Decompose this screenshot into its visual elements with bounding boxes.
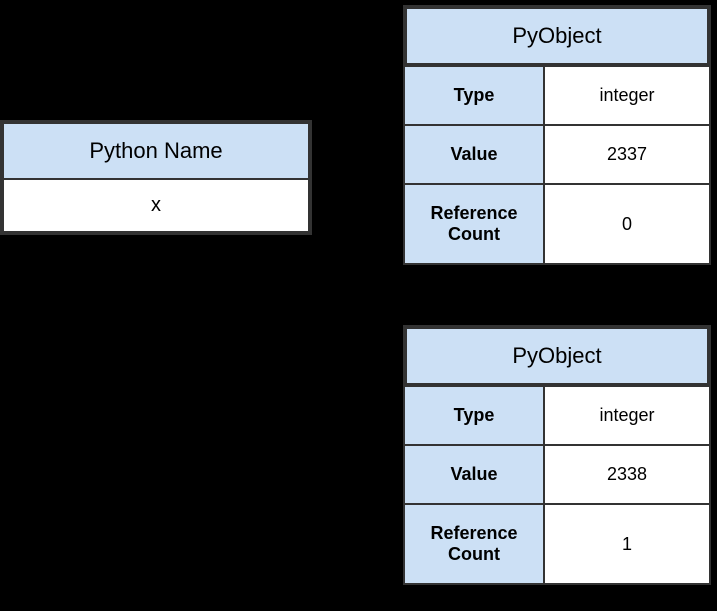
- pyobject2-value-row: Value 2338: [405, 444, 709, 503]
- pyobject2-refcount-label: Reference Count: [405, 505, 545, 583]
- pyobject2-type-label: Type: [405, 387, 545, 444]
- pyobject1-title: PyObject: [406, 8, 708, 64]
- pyobject1-type-row: Type integer: [405, 65, 709, 124]
- pyobject2-value-label: Value: [405, 446, 545, 503]
- pyobject1-refcount-value: 0: [545, 185, 709, 263]
- python-name-header: Python Name: [3, 123, 309, 179]
- pyobject2-refcount-value: 1: [545, 505, 709, 583]
- pyobject-table-2: PyObject Type integer Value 2338 Referen…: [403, 325, 711, 585]
- python-name-table: Python Name x: [0, 120, 312, 235]
- pyobject1-value-value: 2337: [545, 126, 709, 183]
- pyobject1-refcount-label: Reference Count: [405, 185, 545, 263]
- pyobject2-value-value: 2338: [545, 446, 709, 503]
- pyobject1-type-label: Type: [405, 67, 545, 124]
- python-name-value: x: [3, 179, 309, 232]
- pyobject1-value-label: Value: [405, 126, 545, 183]
- pyobject2-type-row: Type integer: [405, 385, 709, 444]
- pyobject-table-1: PyObject Type integer Value 2337 Referen…: [403, 5, 711, 265]
- pyobject2-type-value: integer: [545, 387, 709, 444]
- pyobject1-type-value: integer: [545, 67, 709, 124]
- pyobject1-refcount-row: Reference Count 0: [405, 183, 709, 263]
- pyobject2-refcount-row: Reference Count 1: [405, 503, 709, 583]
- pyobject2-title: PyObject: [406, 328, 708, 384]
- pyobject1-value-row: Value 2337: [405, 124, 709, 183]
- canvas: Python Name x PyObject Type integer Valu…: [0, 0, 717, 611]
